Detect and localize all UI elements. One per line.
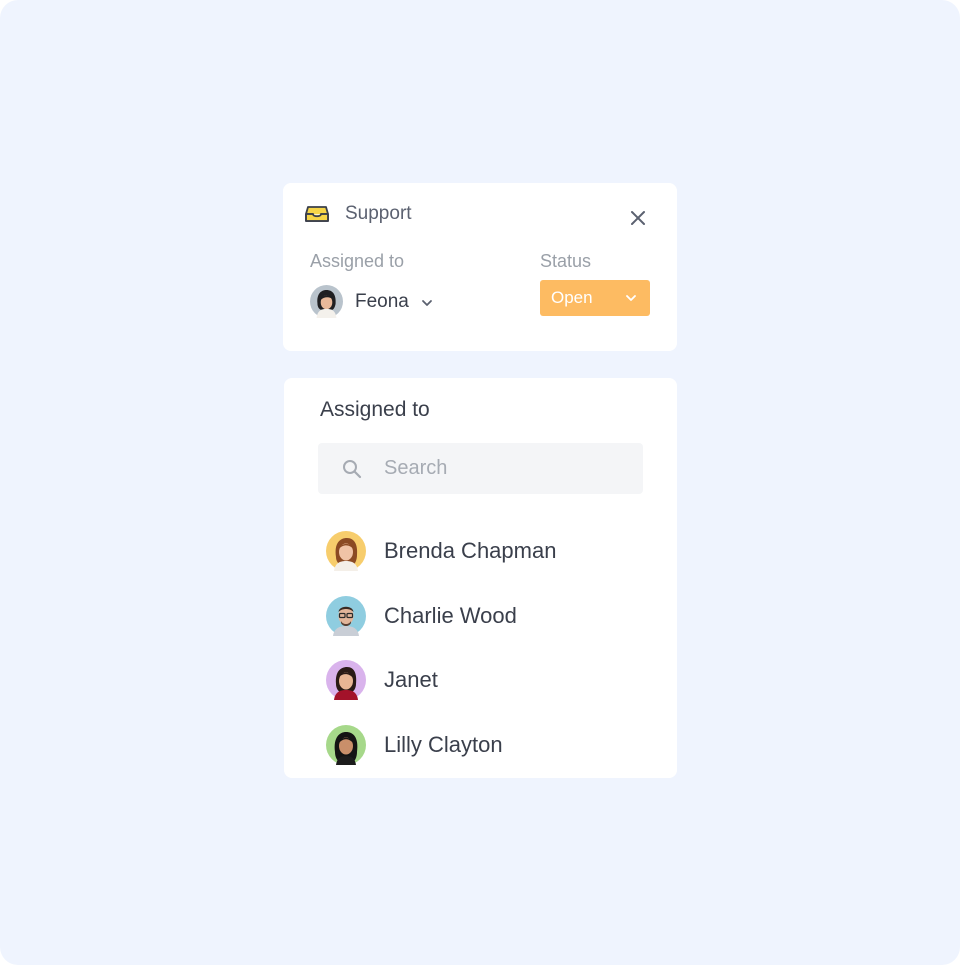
avatar — [326, 660, 366, 700]
list-item[interactable]: Charlie Wood — [326, 595, 556, 636]
avatar — [310, 285, 343, 318]
page-background: Support Assigned to Status Feona Open As… — [0, 0, 960, 965]
list-item[interactable]: Brenda Chapman — [326, 531, 556, 571]
search-input[interactable] — [382, 456, 606, 481]
person-name: Brenda Chapman — [384, 538, 557, 563]
avatar — [326, 595, 366, 636]
list-item[interactable]: Lilly Clayton — [326, 724, 556, 765]
status-dropdown[interactable]: Open — [540, 280, 650, 316]
close-icon[interactable] — [627, 207, 649, 229]
inbox-tray-icon — [305, 203, 329, 225]
people-list: Brenda Chapman Charlie Wood Janet Lilly … — [326, 531, 556, 789]
ticket-card: Support Assigned to Status Feona Open — [283, 183, 677, 351]
person-name: Lilly Clayton — [384, 731, 503, 757]
assignee-dropdown[interactable]: Feona — [310, 285, 434, 318]
search-icon — [340, 457, 364, 481]
status-value: Open — [551, 288, 593, 307]
status-label: Status — [540, 251, 592, 271]
assignee-name: Feona — [355, 290, 409, 312]
ticket-title: Support — [345, 203, 412, 224]
assignee-picker-card: Assigned to Search Brenda Chapman Charli… — [284, 378, 677, 778]
chevron-down-icon — [624, 291, 638, 305]
avatar — [326, 531, 366, 571]
chevron-down-icon — [420, 296, 434, 310]
avatar — [326, 724, 366, 765]
list-item[interactable]: Janet — [326, 660, 556, 700]
person-name: Charlie Wood — [384, 602, 517, 628]
person-name: Janet — [384, 667, 438, 692]
ticket-header: Support — [305, 203, 412, 225]
assigned-to-label: Assigned to — [310, 251, 405, 271]
search-box[interactable] — [318, 443, 643, 494]
picker-title: Assigned to — [320, 398, 430, 421]
